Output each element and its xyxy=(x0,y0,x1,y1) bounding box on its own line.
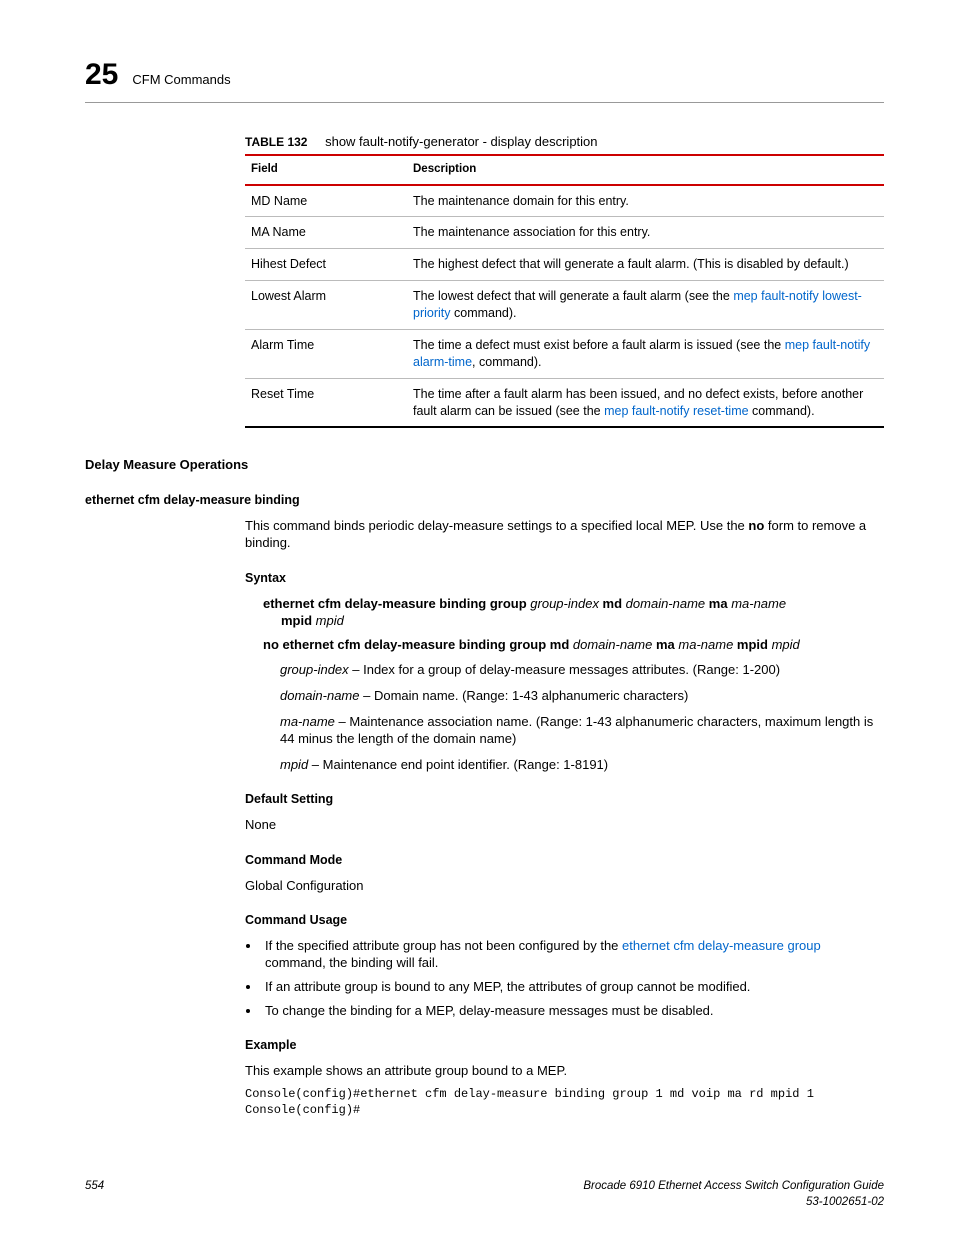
usage-item: If the specified attribute group has not… xyxy=(261,937,884,972)
cell-desc: The maintenance domain for this entry. xyxy=(407,185,884,217)
cell-field: Reset Time xyxy=(245,378,407,427)
heading-command-name: ethernet cfm delay-measure binding xyxy=(85,492,884,509)
usage-item: To change the binding for a MEP, delay-m… xyxy=(261,1002,884,1020)
param-group-index: group-index – Index for a group of delay… xyxy=(280,661,884,679)
usage-list: If the specified attribute group has not… xyxy=(261,937,884,1019)
table-row: Alarm Time The time a defect must exist … xyxy=(245,329,884,378)
cell-field: Lowest Alarm xyxy=(245,281,407,330)
table-row: Reset Time The time after a fault alarm … xyxy=(245,378,884,427)
table-row: MD Name The maintenance domain for this … xyxy=(245,185,884,217)
default-value: None xyxy=(245,816,884,834)
table-caption: show fault-notify-generator - display de… xyxy=(325,134,597,149)
cell-desc: The time after a fault alarm has been is… xyxy=(407,378,884,427)
table-132: TABLE 132 show fault-notify-generator - … xyxy=(245,133,884,429)
th-description: Description xyxy=(407,155,884,185)
heading-usage: Command Usage xyxy=(245,912,884,929)
page-header: 25 CFM Commands xyxy=(85,55,884,103)
display-description-table: Field Description MD Name The maintenanc… xyxy=(245,154,884,428)
cell-desc: The highest defect that will generate a … xyxy=(407,249,884,281)
cell-field: MD Name xyxy=(245,185,407,217)
mode-value: Global Configuration xyxy=(245,877,884,895)
chapter-title: CFM Commands xyxy=(132,71,230,89)
table-row: Hihest Defect The highest defect that wi… xyxy=(245,249,884,281)
cell-field: MA Name xyxy=(245,217,407,249)
table-row: Lowest Alarm The lowest defect that will… xyxy=(245,281,884,330)
usage-item: If an attribute group is bound to any ME… xyxy=(261,978,884,996)
example-intro: This example shows an attribute group bo… xyxy=(245,1062,884,1080)
heading-delay-measure-ops: Delay Measure Operations xyxy=(85,456,884,474)
heading-default: Default Setting xyxy=(245,791,884,808)
syntax-line-2: no ethernet cfm delay-measure binding gr… xyxy=(263,636,884,654)
th-field: Field xyxy=(245,155,407,185)
heading-example: Example xyxy=(245,1037,884,1054)
cell-desc: The time a defect must exist before a fa… xyxy=(407,329,884,378)
footer-book-info: Brocade 6910 Ethernet Access Switch Conf… xyxy=(583,1179,884,1210)
table-row: MA Name The maintenance association for … xyxy=(245,217,884,249)
link-reset-time[interactable]: mep fault-notify reset-time xyxy=(604,404,749,418)
param-ma-name: ma-name – Maintenance association name. … xyxy=(280,713,884,748)
cell-desc: The maintenance association for this ent… xyxy=(407,217,884,249)
cell-field: Alarm Time xyxy=(245,329,407,378)
table-title-row: TABLE 132 show fault-notify-generator - … xyxy=(245,133,884,151)
cell-desc: The lowest defect that will generate a f… xyxy=(407,281,884,330)
syntax-line-1: ethernet cfm delay-measure binding group… xyxy=(263,595,884,630)
param-domain-name: domain-name – Domain name. (Range: 1-43 … xyxy=(280,687,884,705)
command-body: This command binds periodic delay-measur… xyxy=(245,517,884,1119)
page-footer: 554 Brocade 6910 Ethernet Access Switch … xyxy=(85,1179,884,1210)
chapter-number: 25 xyxy=(85,55,118,96)
param-mpid: mpid – Maintenance end point identifier.… xyxy=(280,756,884,774)
example-code: Console(config)#ethernet cfm delay-measu… xyxy=(245,1086,884,1120)
cell-field: Hihest Defect xyxy=(245,249,407,281)
page-number: 554 xyxy=(85,1179,104,1210)
heading-syntax: Syntax xyxy=(245,570,884,587)
heading-mode: Command Mode xyxy=(245,852,884,869)
link-delay-measure-group[interactable]: ethernet cfm delay-measure group xyxy=(622,938,821,953)
intro-paragraph: This command binds periodic delay-measur… xyxy=(245,517,884,552)
table-label: TABLE 132 xyxy=(245,135,307,149)
